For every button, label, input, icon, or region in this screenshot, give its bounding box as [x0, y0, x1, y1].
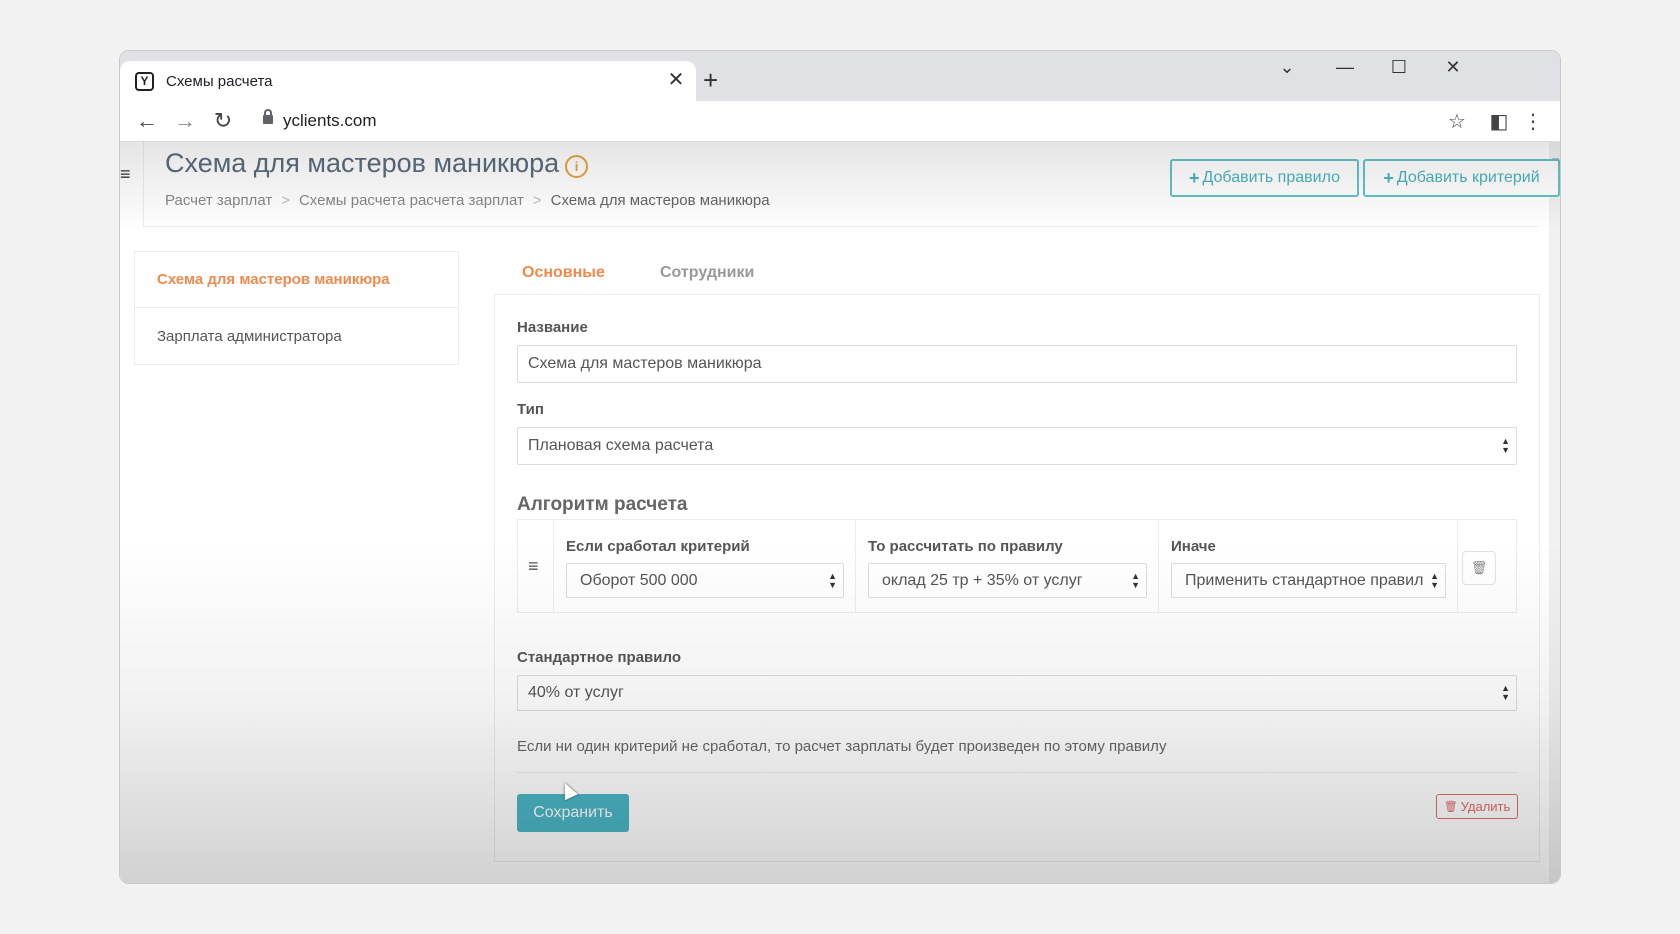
else-label: Иначе — [1171, 538, 1216, 555]
divider — [517, 772, 1517, 773]
scheme-list: Схема для мастеров маникюра Зарплата адм… — [134, 251, 459, 365]
add-rule-label: Добавить правило — [1202, 169, 1340, 186]
name-value: Схема для мастеров маникюра — [528, 355, 762, 372]
default-rule-hint: Если ни один критерий не сработал, то ра… — [517, 738, 1167, 755]
close-tab-icon[interactable]: ✕ — [666, 70, 686, 90]
default-rule-value: 40% от услуг — [528, 684, 624, 701]
drag-handle-icon: ≡ — [528, 556, 539, 576]
criterion-cell: Если сработал критерий Оборот 500 000 ▲ ▼ — [554, 520, 856, 612]
scheme-form: Название Схема для мастеров маникюра Тип… — [494, 294, 1540, 862]
save-button[interactable]: Сохранить — [517, 794, 629, 832]
type-label: Тип — [517, 401, 544, 418]
address-bar[interactable]: yclients.com — [283, 111, 377, 131]
rule-row: ≡ Если сработал критерий Оборот 500 000 … — [517, 519, 1517, 613]
plus-icon: + — [1189, 167, 1200, 188]
drag-handle[interactable]: ≡ — [518, 520, 554, 612]
rule-select[interactable]: оклад 25 тр + 35% от услуг ▲ ▼ — [868, 563, 1147, 598]
tab-staff[interactable]: Сотрудники — [660, 264, 754, 282]
scheme-list-item[interactable]: Схема для мастеров маникюра — [135, 252, 458, 308]
back-arrow-icon[interactable]: ← — [133, 107, 161, 135]
page-header: Схема для мастеров маникюра i Расчет зар… — [143, 142, 1560, 227]
bookmark-star-icon[interactable]: ☆ — [1444, 109, 1470, 134]
tab-main[interactable]: Основные — [522, 264, 605, 282]
add-rule-button[interactable]: + Добавить правило — [1170, 159, 1359, 197]
add-criterion-label: Добавить критерий — [1396, 169, 1540, 186]
rule-label: То рассчитать по правилу — [868, 538, 1063, 555]
scheme-list-item[interactable]: Зарплата администратора — [135, 308, 458, 364]
info-icon[interactable]: i — [565, 155, 588, 178]
breadcrumb-item[interactable]: Схемы расчета расчета зарплат — [299, 192, 524, 209]
page-title: Схема для мастеров маникюра — [165, 148, 560, 178]
rule-value: оклад 25 тр + 35% от услуг — [882, 571, 1083, 589]
breadcrumb-separator: > — [532, 192, 542, 209]
yclients-favicon-icon: Y — [135, 71, 154, 91]
breadcrumb: Расчет зарплат > Схемы расчета расчета зар… — [165, 192, 770, 209]
breadcrumb-current: Схема для мастеров маникюра — [550, 192, 770, 209]
criterion-value: Оборот 500 000 — [580, 571, 698, 589]
default-rule-label: Стандартное правило — [517, 649, 681, 666]
else-value: Применить стандартное правил — [1185, 571, 1424, 589]
new-tab-icon[interactable]: + — [703, 67, 718, 93]
select-arrows-icon: ▲ ▼ — [1428, 571, 1439, 590]
browser-tab[interactable]: Y Схемы расчета ✕ — [120, 61, 696, 101]
scrollbar[interactable] — [1549, 142, 1560, 883]
else-cell: Иначе Применить стандартное правил ▲ ▼ — [1159, 520, 1458, 612]
browser-window: Y Схемы расчета ✕ + ⌄ — ☐ ✕ ← → ↻ yclien… — [119, 50, 1561, 884]
name-input[interactable]: Схема для мастеров маникюра — [517, 345, 1517, 383]
select-arrows-icon: ▲ ▼ — [1131, 571, 1140, 590]
tab-strip: Y Схемы расчета ✕ + ⌄ — ☐ ✕ — [120, 51, 1560, 101]
name-label: Название — [517, 319, 588, 336]
reload-icon[interactable]: ↻ — [209, 107, 237, 135]
window-close-icon[interactable]: ✕ — [1438, 57, 1468, 78]
delete-scheme-button[interactable]: 🗑 Удалить — [1436, 794, 1518, 819]
select-arrows-icon: ▲ ▼ — [1501, 436, 1510, 455]
delete-rule-button[interactable]: 🗑 — [1462, 551, 1496, 585]
trash-icon: 🗑 — [1443, 801, 1458, 813]
select-arrows-icon: ▲ ▼ — [828, 571, 837, 590]
web-page: ≡ Схема для мастеров маникюра i Расчет з… — [120, 142, 1560, 883]
default-rule-select[interactable]: 40% от услуг ▲ ▼ — [517, 675, 1517, 711]
minimize-icon[interactable]: — — [1330, 57, 1360, 78]
browser-toolbar: ← → ↻ yclients.com ☆ ◧ ⋮ — [120, 101, 1560, 142]
maximize-icon[interactable]: ☐ — [1384, 57, 1414, 78]
select-arrows-icon: ▲ ▼ — [1501, 683, 1510, 702]
breadcrumb-item[interactable]: Расчет зарплат — [165, 192, 272, 209]
type-value: Плановая схема расчета — [528, 437, 714, 454]
type-select[interactable]: Плановая схема расчета ▲ ▼ — [517, 427, 1517, 465]
side-panel-icon[interactable]: ◧ — [1486, 109, 1512, 134]
add-criterion-button[interactable]: + Добавить критерий — [1363, 159, 1560, 197]
plus-icon: + — [1383, 167, 1394, 188]
breadcrumb-separator: > — [281, 192, 290, 209]
delete-label: Удалить — [1460, 799, 1511, 814]
else-select[interactable]: Применить стандартное правил ▲ ▼ — [1171, 563, 1446, 598]
algorithm-title: Алгоритм расчета — [517, 494, 688, 515]
menu-kebab-icon[interactable]: ⋮ — [1520, 109, 1546, 134]
lock-icon — [263, 109, 273, 124]
rule-cell: То рассчитать по правилу оклад 25 тр + 3… — [856, 520, 1159, 612]
tab-search-chevron-icon[interactable]: ⌄ — [1272, 57, 1302, 78]
trash-icon: 🗑 — [1470, 560, 1488, 575]
criterion-select[interactable]: Оборот 500 000 ▲ ▼ — [566, 563, 844, 598]
hamburger-menu-icon[interactable]: ≡ — [120, 164, 131, 185]
tab-title: Схемы расчета — [166, 72, 273, 90]
criterion-label: Если сработал критерий — [566, 538, 750, 555]
forward-arrow-icon[interactable]: → — [171, 107, 199, 135]
